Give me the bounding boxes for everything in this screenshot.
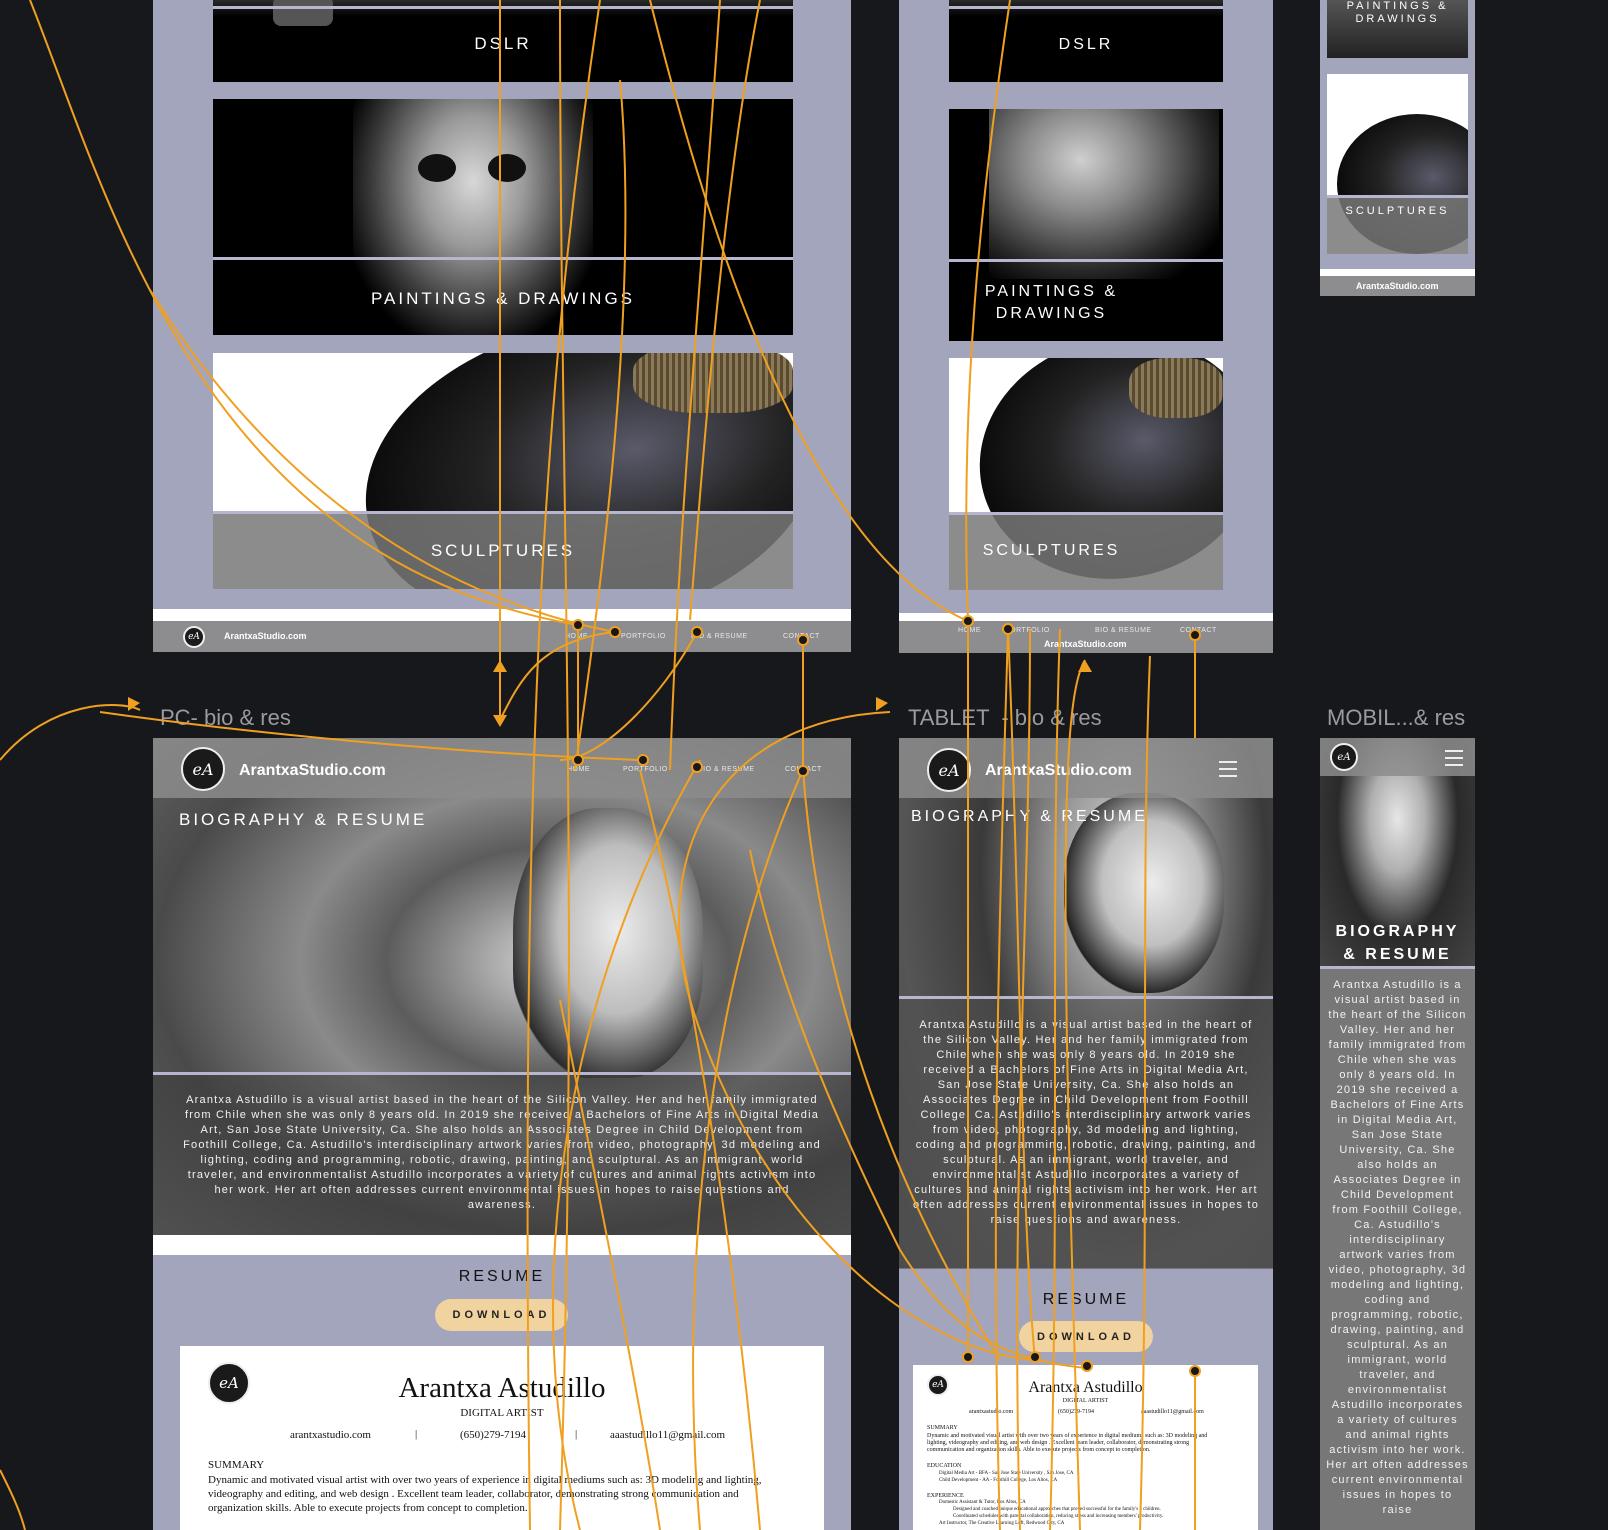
- prototype-connectors: [0, 0, 1201, 1530]
